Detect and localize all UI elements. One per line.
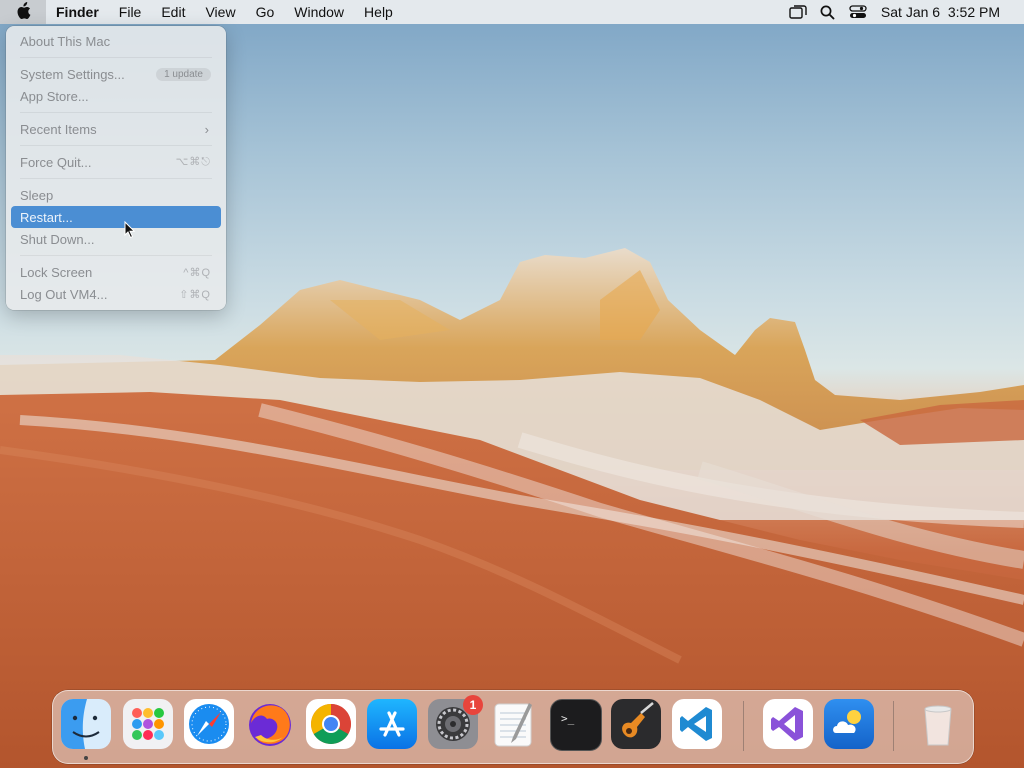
weather-icon[interactable]: [824, 699, 874, 749]
menu-item-lock-screen[interactable]: Lock Screen ^⌘Q: [11, 261, 221, 283]
menu-item-label: Log Out VM4...: [20, 286, 108, 302]
menu-item-about-this-mac[interactable]: About This Mac: [11, 30, 221, 52]
vscode-icon[interactable]: [672, 699, 722, 749]
menu-edit[interactable]: Edit: [151, 0, 195, 24]
menu-separator: [20, 255, 212, 256]
search-icon[interactable]: [813, 0, 843, 24]
menu-item-label: Sleep: [20, 187, 54, 203]
menu-clock[interactable]: Sat Jan 6 3:52 PM: [873, 0, 1010, 24]
menu-separator: [20, 57, 212, 58]
trash-icon[interactable]: [913, 699, 963, 749]
apple-dropdown-menu: About This Mac System Settings... 1 upda…: [6, 26, 226, 310]
dock-separator: [743, 701, 744, 751]
visual-studio-icon[interactable]: [763, 699, 813, 749]
menu-help[interactable]: Help: [354, 0, 403, 24]
menu-item-label: App Store...: [20, 88, 89, 104]
dock: 1 >_: [52, 690, 974, 764]
menu-item-app-store[interactable]: App Store...: [11, 85, 221, 107]
safari-icon[interactable]: [184, 699, 234, 749]
menu-item-shortcut: ⇧⌘Q: [179, 288, 211, 301]
dock-separator: [893, 701, 894, 751]
control-center-icon[interactable]: [843, 0, 873, 24]
update-badge: 1 update: [156, 67, 211, 81]
textedit-icon[interactable]: [489, 699, 539, 749]
notification-badge: 1: [463, 695, 483, 715]
chevron-right-icon: ›: [204, 121, 209, 137]
menu-file[interactable]: File: [109, 0, 152, 24]
menu-go[interactable]: Go: [246, 0, 285, 24]
running-indicator: [84, 756, 88, 760]
apple-menu-button[interactable]: [0, 0, 46, 24]
menu-finder[interactable]: Finder: [46, 0, 109, 24]
menu-item-shortcut: ^⌘Q: [183, 266, 211, 279]
menu-item-label: Restart...: [20, 209, 73, 225]
menu-separator: [20, 112, 212, 113]
menu-item-system-settings[interactable]: System Settings... 1 update: [11, 63, 221, 85]
clock-date: Sat Jan 6: [880, 4, 941, 20]
clock-time: 3:52 PM: [947, 4, 1000, 20]
menu-view[interactable]: View: [195, 0, 245, 24]
mouse-pointer-icon: [124, 220, 136, 244]
menu-item-shortcut: ⌥⌘⎋: [175, 156, 211, 168]
menu-item-log-out[interactable]: Log Out VM4... ⇧⌘Q: [11, 283, 221, 305]
menu-separator: [20, 145, 212, 146]
menu-item-force-quit[interactable]: Force Quit... ⌥⌘⎋: [11, 151, 221, 173]
menu-item-label: Shut Down...: [20, 231, 95, 247]
apple-logo-icon: [15, 1, 31, 23]
menu-item-label: Recent Items: [20, 121, 97, 137]
screen-mirroring-icon[interactable]: [783, 0, 813, 24]
firefox-icon[interactable]: [245, 699, 295, 749]
launchpad-icon[interactable]: [123, 699, 173, 749]
finder-icon[interactable]: [61, 699, 111, 749]
terminal-icon[interactable]: >_: [550, 699, 602, 751]
menu-item-label: About This Mac: [20, 33, 111, 49]
menu-item-sleep[interactable]: Sleep: [11, 184, 221, 206]
chrome-icon[interactable]: [306, 699, 356, 749]
svg-text:>_: >_: [561, 712, 575, 725]
garageband-icon[interactable]: [611, 699, 661, 749]
menu-item-shut-down[interactable]: Shut Down...: [11, 228, 221, 250]
menu-item-label: Force Quit...: [20, 154, 92, 170]
menu-item-recent-items[interactable]: Recent Items ›: [11, 118, 221, 140]
menu-item-label: Lock Screen: [20, 264, 93, 280]
menu-item-restart[interactable]: Restart...: [11, 206, 221, 228]
menu-separator: [20, 178, 212, 179]
menu-window[interactable]: Window: [284, 0, 354, 24]
menu-bar: Finder File Edit View Go Window Help Sat…: [0, 0, 1024, 24]
app-store-icon[interactable]: [367, 699, 417, 749]
menu-item-label: System Settings...: [20, 66, 125, 82]
